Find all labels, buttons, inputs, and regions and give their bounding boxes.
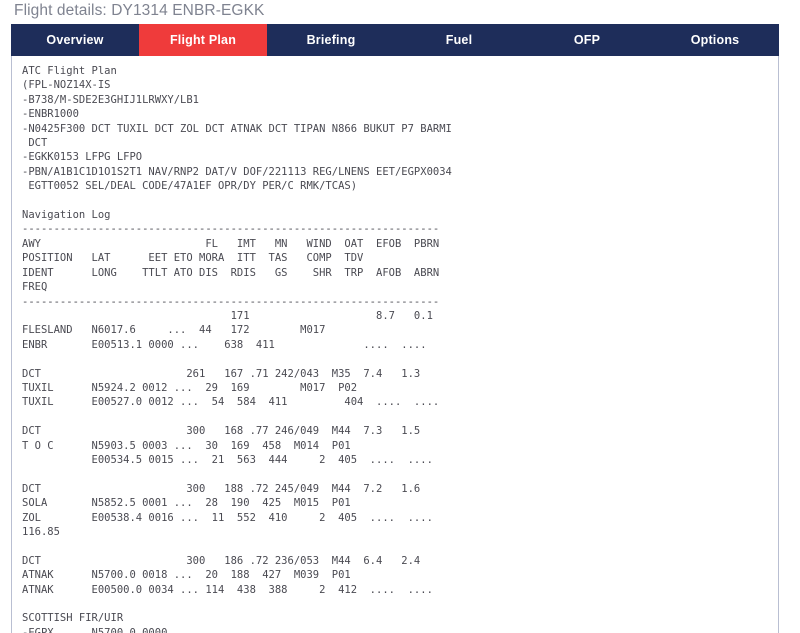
tab-briefing[interactable]: Briefing xyxy=(267,24,395,56)
tab-flight-plan[interactable]: Flight Plan xyxy=(139,24,267,56)
flight-plan-panel: ATC Flight Plan (FPL-NOZ14X-IS -B738/M-S… xyxy=(11,56,779,633)
flight-plan-text: ATC Flight Plan (FPL-NOZ14X-IS -B738/M-S… xyxy=(22,65,452,633)
tab-overview[interactable]: Overview xyxy=(11,24,139,56)
tab-fuel[interactable]: Fuel xyxy=(395,24,523,56)
tab-bar: Overview Flight Plan Briefing Fuel OFP O… xyxy=(11,24,779,56)
page-title: Flight details: DY1314 ENBR-EGKK xyxy=(14,2,265,19)
tab-ofp[interactable]: OFP xyxy=(523,24,651,56)
flight-details-page: Flight details: DY1314 ENBR-EGKK Overvie… xyxy=(0,0,800,633)
tab-options[interactable]: Options xyxy=(651,24,779,56)
